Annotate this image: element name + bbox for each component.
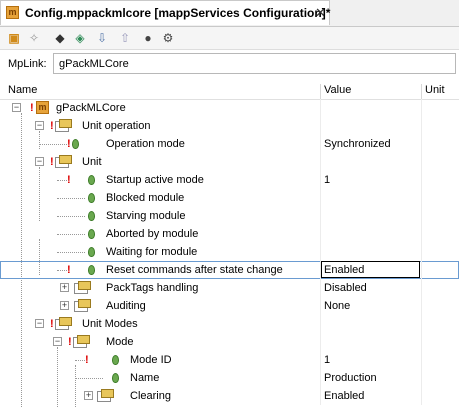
parameter-icon: [88, 247, 95, 257]
tree-row[interactable]: + PackTags handling Disabled: [0, 279, 459, 297]
collapse-toggle-icon[interactable]: −: [12, 103, 21, 112]
row-value[interactable]: Production: [324, 372, 377, 384]
warning-icon: !: [67, 264, 71, 276]
tree-row[interactable]: ! Mode ID 1: [0, 351, 459, 369]
warning-icon: !: [85, 354, 89, 366]
group-icon: [74, 281, 91, 294]
tree-row[interactable]: − ! m gPackMLCore: [0, 99, 459, 117]
warning-icon: !: [50, 318, 54, 330]
tree-row[interactable]: − ! Unit Modes: [0, 315, 459, 333]
row-label: Auditing: [106, 300, 146, 312]
mapp-core-icon: m: [36, 101, 49, 114]
tree-row[interactable]: Waiting for module: [0, 243, 459, 261]
mplink-input[interactable]: gPackMLCore: [53, 53, 456, 74]
tree-row-selected[interactable]: ! Reset commands after state change Enab…: [0, 261, 459, 279]
row-label: Starving module: [106, 210, 186, 222]
tree-row[interactable]: Aborted by module: [0, 225, 459, 243]
collapse-toggle-icon[interactable]: −: [35, 157, 44, 166]
row-value[interactable]: 1: [324, 174, 330, 186]
mplink-value: gPackMLCore: [59, 58, 129, 70]
collapse-toggle-icon[interactable]: −: [35, 319, 44, 328]
gear-icon[interactable]: ⚙: [160, 30, 176, 46]
tree-row[interactable]: ! Startup active mode 1: [0, 171, 459, 189]
row-label: gPackMLCore: [56, 102, 126, 114]
tab-title: Config.mppackmlcore [mappServices Config…: [25, 6, 331, 20]
row-label: Mode ID: [130, 354, 172, 366]
warning-icon: !: [50, 120, 54, 132]
config-icon[interactable]: ▣: [6, 30, 22, 46]
row-label: Reset commands after state change: [106, 264, 283, 276]
expand-toggle-icon[interactable]: +: [84, 391, 93, 400]
group-icon: [55, 119, 72, 132]
warning-icon: !: [67, 174, 71, 186]
expand-toggle-icon[interactable]: +: [60, 283, 69, 292]
row-label: Blocked module: [106, 192, 185, 204]
column-unit[interactable]: Unit: [425, 84, 445, 96]
parameter-icon: [88, 229, 95, 239]
tree-row[interactable]: Starving module: [0, 207, 459, 225]
tree-row[interactable]: − ! Unit: [0, 153, 459, 171]
row-label: Unit operation: [82, 120, 151, 132]
circle-icon[interactable]: ●: [140, 30, 156, 46]
column-value[interactable]: Value: [324, 84, 351, 96]
group-icon: [74, 299, 91, 312]
parameter-icon: [88, 211, 95, 221]
parameter-icon: [88, 175, 95, 185]
row-label: Startup active mode: [106, 174, 204, 186]
row-value[interactable]: Disabled: [324, 282, 367, 294]
row-label: Clearing: [130, 390, 171, 402]
collapse-toggle-icon[interactable]: −: [53, 337, 62, 346]
row-value[interactable]: 1: [324, 354, 330, 366]
parameter-icon: [72, 139, 79, 149]
tree-row[interactable]: Blocked module: [0, 189, 459, 207]
parameter-icon: [88, 265, 95, 275]
row-label: Operation mode: [106, 138, 185, 150]
row-label: Aborted by module: [106, 228, 199, 240]
row-label: PackTags handling: [106, 282, 199, 294]
parameter-icon: [112, 373, 119, 383]
close-icon[interactable]: ✕: [315, 5, 326, 21]
column-header: Name Value Unit: [0, 81, 459, 102]
warning-icon: !: [67, 138, 71, 150]
parameter-icon: [88, 193, 95, 203]
tree-row[interactable]: Name Production: [0, 369, 459, 387]
tree-row[interactable]: + Clearing Enabled: [0, 387, 459, 405]
row-value[interactable]: None: [324, 300, 350, 312]
expand-icon[interactable]: ◈: [72, 30, 88, 46]
group-icon: [55, 317, 72, 330]
parameter-icon: [112, 355, 119, 365]
toolbar: ▣ ✧ ◆ ◈ ⇩ ⇧ ● ⚙: [0, 27, 459, 50]
warning-icon: !: [50, 156, 54, 168]
property-tree: − ! m gPackMLCore − ! Unit operation ! O…: [0, 99, 459, 407]
group-icon: [97, 389, 114, 402]
sort-desc-icon[interactable]: ⇩: [94, 30, 110, 46]
row-label: Name: [130, 372, 160, 384]
row-value[interactable]: Enabled: [324, 390, 364, 402]
wand-icon[interactable]: ✧: [26, 30, 42, 46]
mplink-bar: MpLink: gPackMLCore: [0, 50, 459, 78]
row-label: Unit Modes: [82, 318, 138, 330]
row-label: Unit: [82, 156, 102, 168]
tree-row[interactable]: − ! Mode: [0, 333, 459, 351]
group-icon: [55, 155, 72, 168]
config-file-icon: m: [6, 6, 19, 19]
row-value[interactable]: Synchronized: [324, 138, 391, 150]
warning-icon: !: [30, 102, 34, 114]
group-icon: [73, 335, 90, 348]
mplink-label: MpLink:: [8, 58, 47, 70]
tab-config[interactable]: m Config.mppackmlcore [mappServices Conf…: [0, 0, 330, 25]
tree-row[interactable]: + Auditing None: [0, 297, 459, 315]
collapse-toggle-icon[interactable]: −: [35, 121, 44, 130]
row-label: Waiting for module: [106, 246, 198, 258]
row-label: Mode: [106, 336, 134, 348]
column-name[interactable]: Name: [8, 84, 37, 96]
tree-row[interactable]: ! Operation mode Synchronized: [0, 135, 459, 153]
row-value[interactable]: Enabled: [324, 264, 364, 276]
sort-asc-icon[interactable]: ⇧: [117, 30, 133, 46]
expand-toggle-icon[interactable]: +: [60, 301, 69, 310]
tab-bar: m Config.mppackmlcore [mappServices Conf…: [0, 0, 459, 27]
warning-icon: !: [68, 336, 72, 348]
tree-row[interactable]: − ! Unit operation: [0, 117, 459, 135]
collapse-icon[interactable]: ◆: [52, 30, 68, 46]
